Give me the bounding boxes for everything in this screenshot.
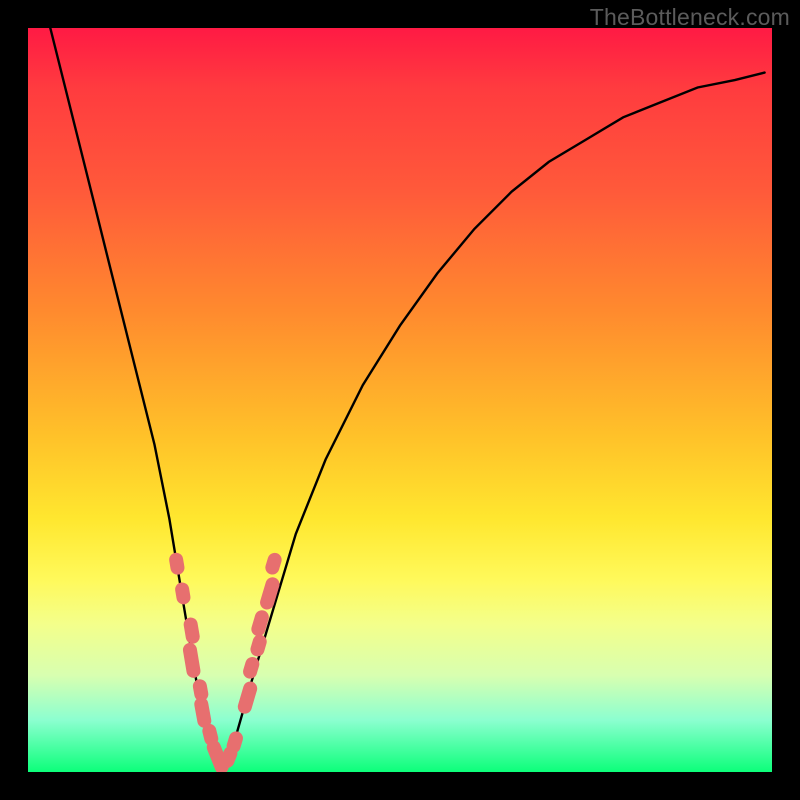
curve-group — [50, 28, 764, 772]
curve-marker — [264, 551, 284, 576]
plot-area — [28, 28, 772, 772]
curve-marker — [183, 616, 201, 644]
curve-marker — [250, 609, 271, 638]
curve-marker — [168, 552, 185, 576]
chart-svg — [28, 28, 772, 772]
curve-marker — [174, 581, 191, 605]
bottleneck-curve — [50, 28, 764, 772]
curve-marker — [182, 642, 202, 679]
watermark-text: TheBottleneck.com — [590, 4, 790, 31]
chart-frame: TheBottleneck.com — [0, 0, 800, 800]
curve-marker — [236, 680, 259, 716]
marker-group — [168, 551, 283, 772]
